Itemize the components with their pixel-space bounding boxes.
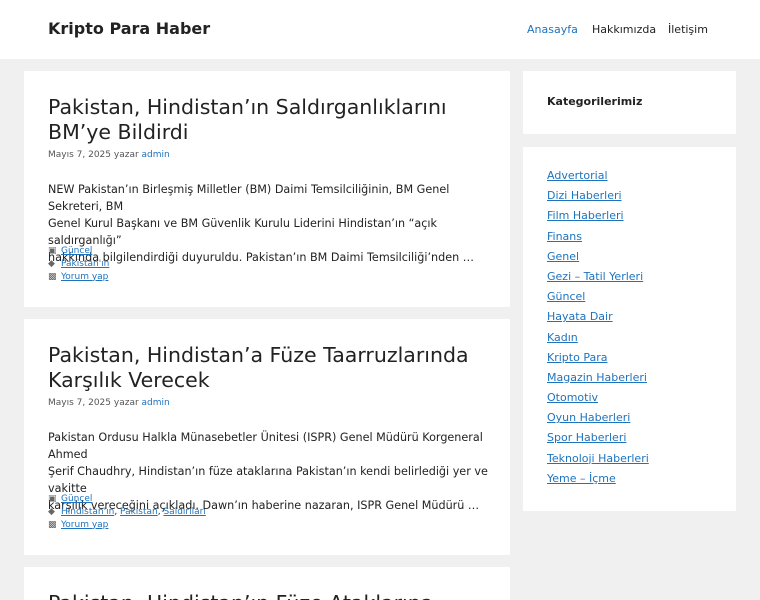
category-item: Hayata Dair [547, 310, 649, 330]
post-tags: ◆ Pakistan'ın [48, 257, 109, 270]
post-author[interactable]: admin [142, 150, 170, 160]
category-link[interactable]: Hayata Dair [547, 310, 613, 323]
category-link[interactable]: Yeme – İçme [547, 472, 616, 485]
category-item: Finans [547, 230, 649, 250]
tag-link[interactable]: Pakistan [120, 507, 158, 517]
category-item: Advertorial [547, 169, 649, 189]
nav-hakkimizda[interactable]: Hakkımızda [592, 23, 656, 36]
category-item: Otomotiv [547, 391, 649, 411]
post-date[interactable]: Mayıs 7, 2025 [48, 398, 111, 408]
category-link[interactable]: Genel [547, 250, 579, 263]
category-list: Advertorial Dizi Haberleri Film Haberler… [547, 169, 649, 492]
post-title[interactable]: Pakistan, Hindistan’ın Saldırganlıkların… [48, 95, 498, 145]
excerpt-line: Şerif Chaudhry, Hindistan’ın füze atakla… [48, 465, 488, 495]
category-item: Kripto Para [547, 351, 649, 371]
category-link[interactable]: Teknoloji Haberleri [547, 452, 649, 465]
category-link[interactable]: Magazin Haberleri [547, 371, 647, 384]
category-item: Teknoloji Haberleri [547, 452, 649, 472]
category-item: Kadın [547, 331, 649, 351]
post-tags: ◆ Hindistan'ın, Pakistan, Saldırıları [48, 505, 206, 518]
tag-icon: ◆ [48, 258, 55, 269]
post-excerpt: NEW Pakistan’ın Birleşmiş Milletler (BM)… [48, 181, 493, 266]
post-card: Pakistan, Hindistan’ın Füze Ataklarına [24, 567, 510, 600]
post-card: Pakistan, Hindistan’a Füze Taarruzlarınd… [24, 319, 510, 555]
category-link[interactable]: Kadın [547, 331, 578, 344]
excerpt-line: Pakistan Ordusu Halkla Münasebetler Ünit… [48, 431, 483, 461]
post-title-line[interactable]: Pakistan, Hindistan’ın Saldırganlıkların… [48, 95, 498, 120]
nav-iletisim[interactable]: İletişim [668, 23, 708, 36]
post-title-line[interactable]: Karşılık Verecek [48, 368, 498, 393]
category-item: Güncel [547, 290, 649, 310]
tag-link[interactable]: Saldırıları [163, 507, 205, 517]
comment-link[interactable]: Yorum yap [61, 272, 108, 282]
comments-icon: ▩ [48, 519, 57, 530]
post-title-line[interactable]: Pakistan, Hindistan’ın Füze Ataklarına [48, 591, 498, 600]
sidebar-widget-header: Kategorilerimiz [523, 71, 736, 134]
folder-icon: ▣ [48, 493, 57, 504]
post-byline: yazar [113, 150, 139, 160]
post-meta: Mayıs 7, 2025 yazar admin [48, 150, 170, 160]
post-excerpt: Pakistan Ordusu Halkla Münasebetler Ünit… [48, 429, 493, 514]
post-title[interactable]: Pakistan, Hindistan’ın Füze Ataklarına [48, 591, 498, 600]
category-link[interactable]: Gezi – Tatil Yerleri [547, 270, 643, 283]
comments-icon: ▩ [48, 271, 57, 282]
post-card: Pakistan, Hindistan’ın Saldırganlıkların… [24, 71, 510, 307]
categories-widget: Advertorial Dizi Haberleri Film Haberler… [523, 147, 736, 511]
post-comments: ▩ Yorum yap [48, 270, 108, 283]
category-link[interactable]: Film Haberleri [547, 209, 624, 222]
category-item: Oyun Haberleri [547, 411, 649, 431]
category-item: Spor Haberleri [547, 431, 649, 451]
category-link[interactable]: Otomotiv [547, 391, 598, 404]
post-categories: ▣ Güncel [48, 492, 92, 505]
category-link[interactable]: Oyun Haberleri [547, 411, 630, 424]
excerpt-line: hakkında bilgilendirdiği duyuruldu. Paki… [48, 251, 474, 264]
category-link[interactable]: Güncel [547, 290, 585, 303]
category-item: Genel [547, 250, 649, 270]
tag-link[interactable]: Pakistan'ın [61, 259, 109, 269]
post-categories: ▣ Güncel [48, 244, 92, 257]
category-item: Film Haberleri [547, 209, 649, 229]
post-title[interactable]: Pakistan, Hindistan’a Füze Taarruzlarınd… [48, 343, 498, 393]
tag-link[interactable]: Hindistan'ın [61, 507, 114, 517]
site-title[interactable]: Kripto Para Haber [48, 19, 210, 38]
nav-anasayfa[interactable]: Anasayfa [527, 23, 578, 36]
category-item: Gezi – Tatil Yerleri [547, 270, 649, 290]
excerpt-line: Genel Kurul Başkanı ve BM Güvenlik Kurul… [48, 217, 437, 247]
category-link[interactable]: Güncel [61, 494, 92, 504]
category-link[interactable]: Güncel [61, 246, 92, 256]
excerpt-line: NEW Pakistan’ın Birleşmiş Milletler (BM)… [48, 183, 450, 213]
post-byline: yazar [113, 398, 139, 408]
category-link[interactable]: Kripto Para [547, 351, 607, 364]
category-link[interactable]: Dizi Haberleri [547, 189, 622, 202]
site-header: Kripto Para Haber Anasayfa Hakkımızda İl… [0, 0, 760, 59]
comment-link[interactable]: Yorum yap [61, 520, 108, 530]
post-date[interactable]: Mayıs 7, 2025 [48, 150, 111, 160]
category-link[interactable]: Advertorial [547, 169, 608, 182]
widget-title: Kategorilerimiz [547, 95, 643, 108]
category-link[interactable]: Spor Haberleri [547, 431, 626, 444]
folder-icon: ▣ [48, 245, 57, 256]
post-meta: Mayıs 7, 2025 yazar admin [48, 398, 170, 408]
category-item: Magazin Haberleri [547, 371, 649, 391]
category-item: Yeme – İçme [547, 472, 649, 492]
category-item: Dizi Haberleri [547, 189, 649, 209]
post-title-line[interactable]: Pakistan, Hindistan’a Füze Taarruzlarınd… [48, 343, 498, 368]
post-author[interactable]: admin [142, 398, 170, 408]
post-title-line[interactable]: BM’ye Bildirdi [48, 120, 498, 145]
category-link[interactable]: Finans [547, 230, 582, 243]
post-comments: ▩ Yorum yap [48, 518, 108, 531]
tag-icon: ◆ [48, 506, 55, 517]
